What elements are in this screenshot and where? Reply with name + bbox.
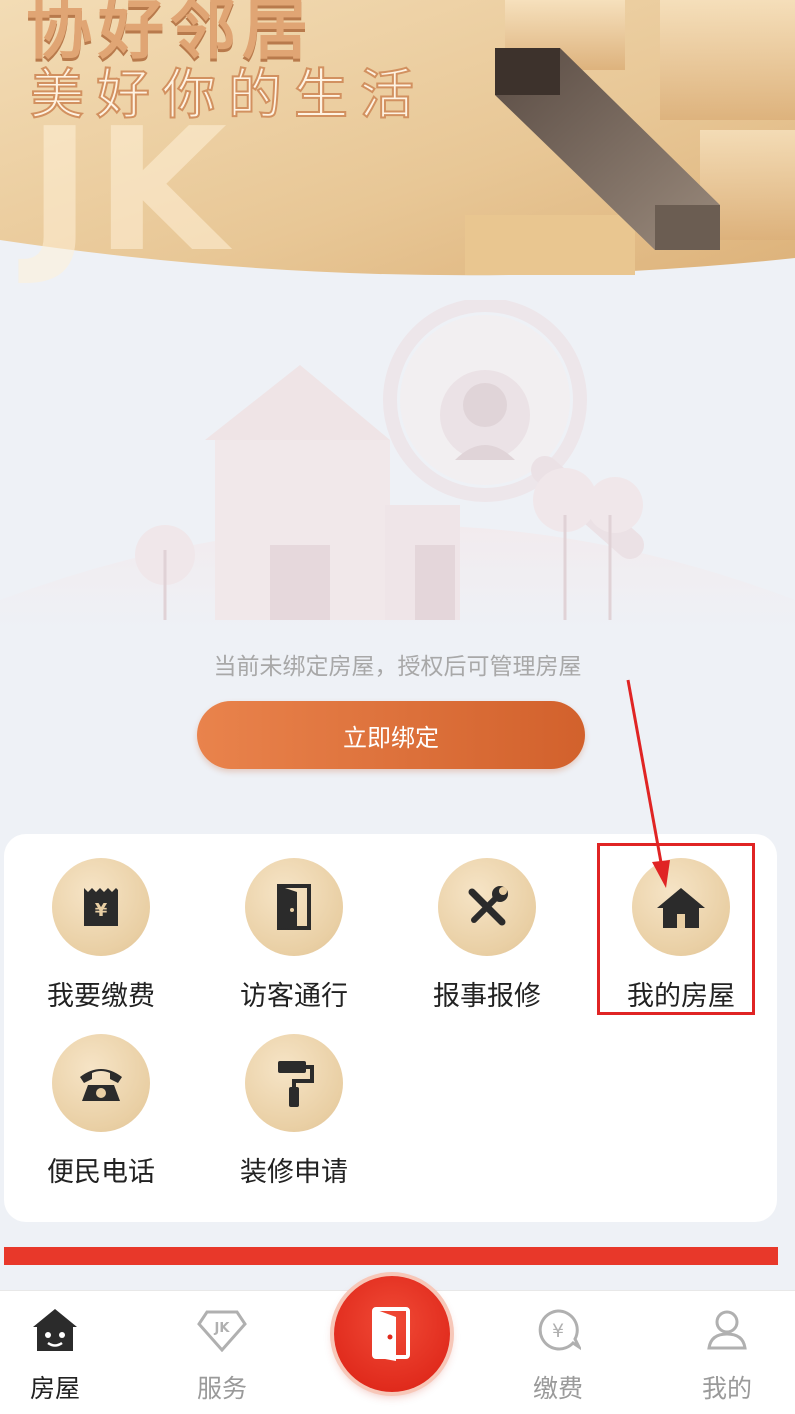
service-label: 便民电话 bbox=[47, 1157, 155, 1188]
nav-label: 房屋 bbox=[29, 1374, 80, 1403]
telephone-icon bbox=[52, 1034, 150, 1132]
highlight-box-my-house bbox=[597, 843, 755, 1015]
service-label: 访客通行 bbox=[240, 981, 348, 1012]
banner-subtitle: 美好你的生活 bbox=[29, 62, 426, 127]
tools-icon bbox=[438, 858, 536, 956]
service-renovation-request[interactable]: 装修申请 bbox=[197, 1034, 391, 1204]
door-open-icon bbox=[372, 1307, 410, 1361]
nav-label: 我的 bbox=[701, 1374, 752, 1403]
top-banner[interactable]: JK 协好邻居 美好你的生活 bbox=[0, 0, 795, 290]
paint-roller-icon bbox=[245, 1034, 343, 1132]
nav-label: 服务 bbox=[196, 1374, 247, 1403]
service-label: 报事报修 bbox=[433, 981, 541, 1012]
nav-tab-services[interactable]: JK 服务 bbox=[157, 1291, 287, 1414]
bind-now-button[interactable]: 立即绑定 bbox=[197, 701, 585, 769]
unbound-house-message: 当前未绑定房屋，授权后可管理房屋 bbox=[213, 654, 582, 680]
service-label: 装修申请 bbox=[240, 1157, 348, 1188]
promo-strip[interactable] bbox=[4, 1247, 778, 1265]
svg-text:JK: JK bbox=[214, 1321, 231, 1336]
center-access-button[interactable] bbox=[334, 1276, 450, 1392]
service-hotline[interactable]: 便民电话 bbox=[4, 1034, 198, 1204]
empty-house-illustration bbox=[0, 300, 795, 630]
nav-tab-me[interactable]: 我的 bbox=[662, 1291, 792, 1414]
jk-diamond-icon: JK bbox=[197, 1305, 247, 1355]
service-pay-fees[interactable]: ¥ 我要缴费 bbox=[4, 858, 198, 1028]
service-report-repair[interactable]: 报事报修 bbox=[390, 858, 584, 1028]
nav-tab-house[interactable]: 房屋 bbox=[0, 1291, 120, 1414]
svg-text:¥: ¥ bbox=[95, 900, 108, 921]
house-face-icon bbox=[31, 1305, 79, 1355]
nav-tab-pay[interactable]: ¥ 缴费 bbox=[493, 1291, 623, 1414]
yen-chat-icon: ¥ bbox=[535, 1305, 581, 1355]
service-visitor-access[interactable]: 访客通行 bbox=[197, 858, 391, 1028]
svg-text:¥: ¥ bbox=[552, 1320, 564, 1342]
door-icon bbox=[245, 858, 343, 956]
service-label: 我要缴费 bbox=[47, 981, 155, 1012]
payment-receipt-icon: ¥ bbox=[52, 858, 150, 956]
user-icon bbox=[705, 1305, 749, 1355]
nav-label: 缴费 bbox=[532, 1374, 583, 1403]
